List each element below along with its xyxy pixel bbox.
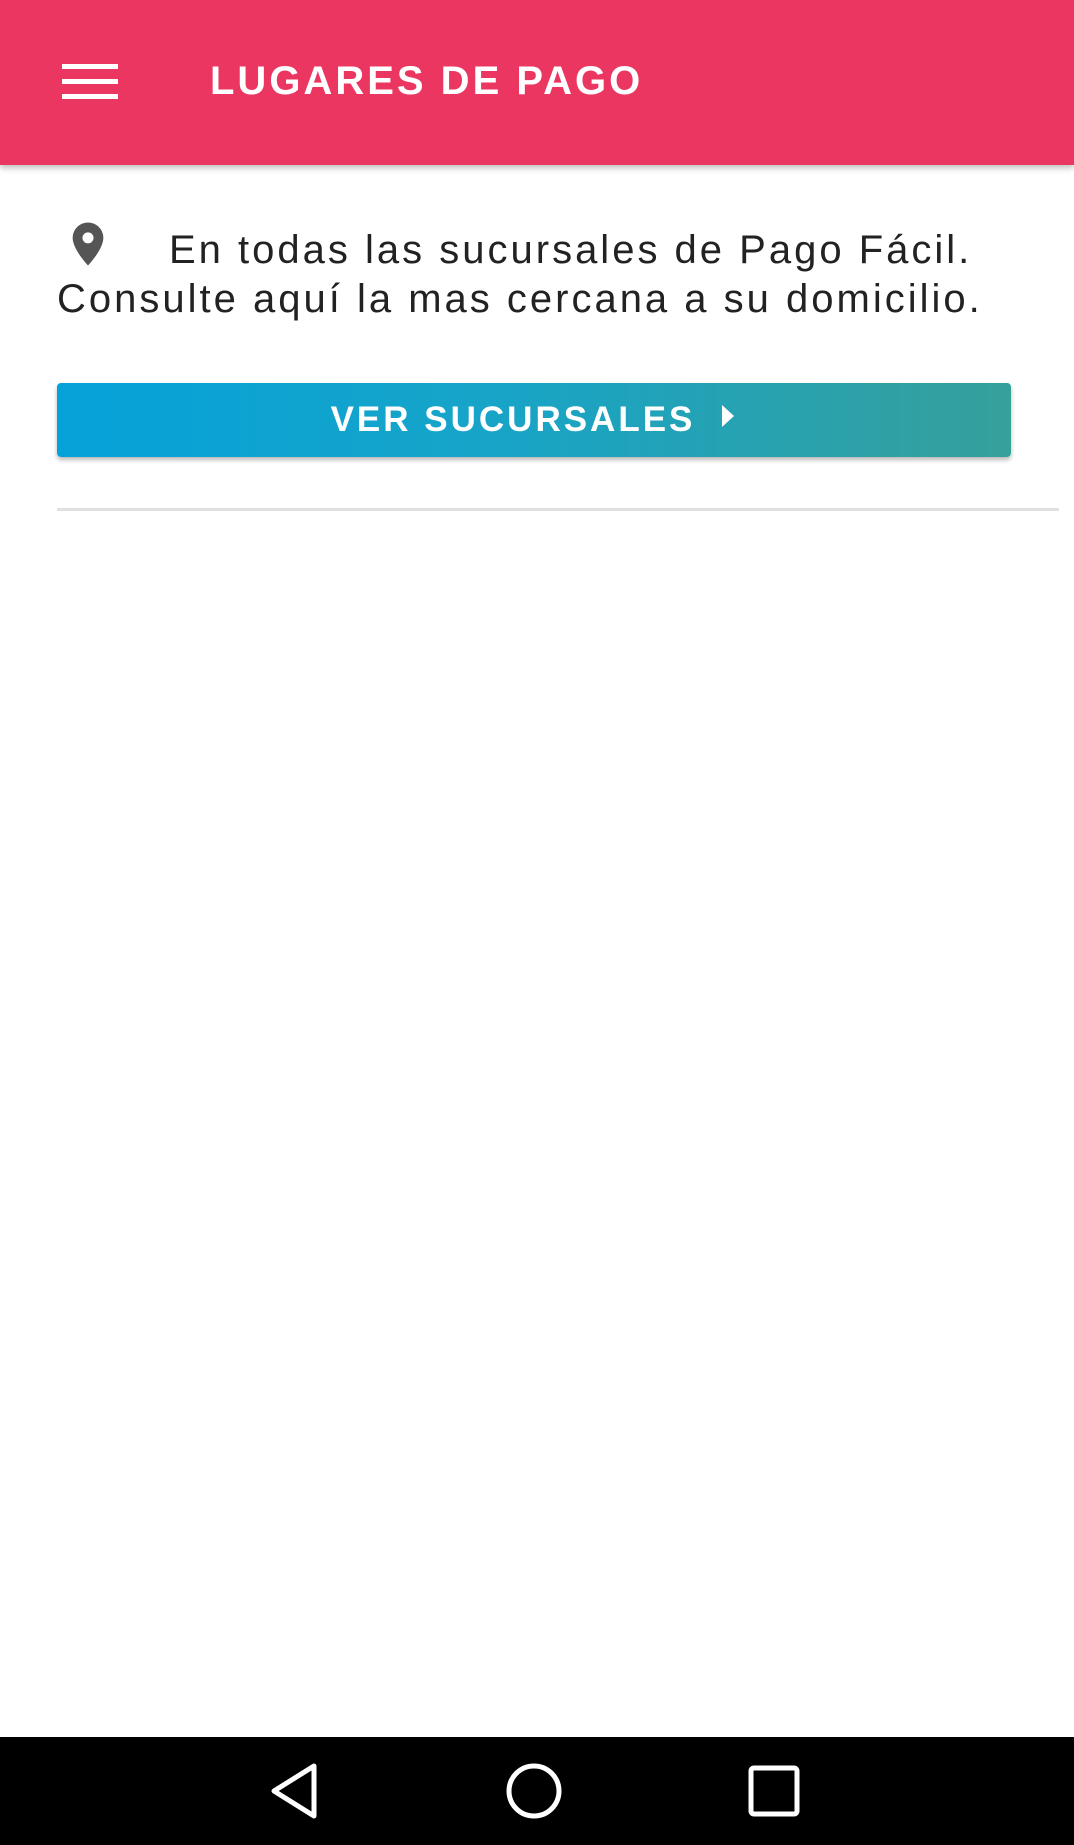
ver-sucursales-button[interactable]: VER SUCURSALES (57, 383, 1011, 457)
back-triangle-icon (266, 1761, 322, 1821)
divider (57, 508, 1059, 511)
info-paragraph: En todas las sucursales de Pago Fácil. C… (57, 221, 1017, 324)
system-navigation-bar (0, 1737, 1074, 1845)
home-circle-icon (504, 1761, 564, 1821)
caret-right-icon (719, 404, 737, 428)
back-button[interactable] (254, 1751, 334, 1831)
recents-button[interactable] (734, 1751, 814, 1831)
location-pin-icon (69, 221, 107, 267)
page-title: LUGARES DE PAGO (210, 59, 644, 103)
ver-sucursales-label: VER SUCURSALES (330, 400, 696, 439)
recents-square-icon (746, 1763, 802, 1819)
menu-button[interactable] (48, 44, 132, 120)
info-text: En todas las sucursales de Pago Fácil. C… (57, 228, 983, 321)
home-button[interactable] (494, 1751, 574, 1831)
hamburger-menu-icon (62, 62, 118, 102)
app-bar: LUGARES DE PAGO (0, 0, 1074, 165)
